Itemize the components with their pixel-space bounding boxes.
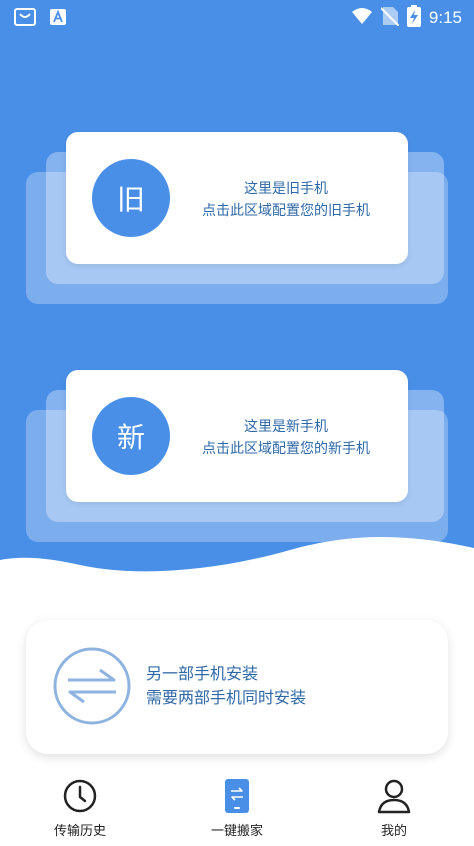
new-phone-panel[interactable]: 新 这里是新手机 点击此区域配置您的新手机 bbox=[66, 370, 408, 502]
new-phone-description: 这里是新手机 点击此区域配置您的新手机 bbox=[184, 416, 388, 460]
nav-label-transfer: 一键搬家 bbox=[210, 824, 263, 839]
old-phone-title: 这里是旧手机 bbox=[244, 181, 328, 197]
old-phone-description: 这里是旧手机 点击此区域配置您的旧手机 bbox=[184, 178, 388, 222]
bottom-navigation: 传输历史 一键搬家 我的 bbox=[0, 778, 474, 846]
text-a-icon bbox=[50, 9, 66, 29]
install-another-phone-card[interactable]: 另一部手机安装 需要两部手机同时安装 bbox=[26, 620, 448, 754]
nav-item-history[interactable]: 传输历史 bbox=[20, 778, 140, 839]
install-title: 另一部手机安装 bbox=[146, 664, 259, 683]
nav-label-history: 传输历史 bbox=[53, 824, 106, 839]
phone-transfer-icon bbox=[224, 778, 250, 814]
battery-charging-icon bbox=[406, 5, 421, 31]
new-phone-hint: 点击此区域配置您的新手机 bbox=[202, 441, 370, 457]
wifi-icon bbox=[351, 7, 373, 29]
old-phone-card[interactable]: 旧 这里是旧手机 点击此区域配置您的旧手机 bbox=[26, 132, 448, 304]
old-phone-hint: 点击此区域配置您的旧手机 bbox=[202, 203, 370, 219]
new-phone-title: 这里是新手机 bbox=[244, 419, 328, 435]
old-phone-panel[interactable]: 旧 这里是旧手机 点击此区域配置您的旧手机 bbox=[66, 132, 408, 264]
status-time: 9:15 bbox=[428, 8, 462, 27]
new-phone-badge: 新 bbox=[92, 397, 170, 475]
no-sim-icon bbox=[380, 6, 400, 30]
old-phone-badge: 旧 bbox=[92, 159, 170, 237]
user-icon bbox=[377, 778, 411, 814]
nav-item-transfer[interactable]: 一键搬家 bbox=[177, 778, 297, 839]
clock-icon bbox=[63, 778, 97, 814]
header-background bbox=[0, 0, 474, 640]
new-phone-card[interactable]: 新 这里是新手机 点击此区域配置您的新手机 bbox=[26, 370, 448, 542]
status-bar: 9:15 bbox=[0, 0, 474, 34]
shopping-bag-icon bbox=[14, 7, 36, 31]
transfer-arrows-icon bbox=[52, 646, 132, 726]
install-description: 另一部手机安装 需要两部手机同时安装 bbox=[146, 662, 306, 710]
nav-label-profile: 我的 bbox=[380, 824, 407, 839]
nav-item-profile[interactable]: 我的 bbox=[334, 778, 454, 839]
install-hint: 需要两部手机同时安装 bbox=[146, 688, 307, 707]
